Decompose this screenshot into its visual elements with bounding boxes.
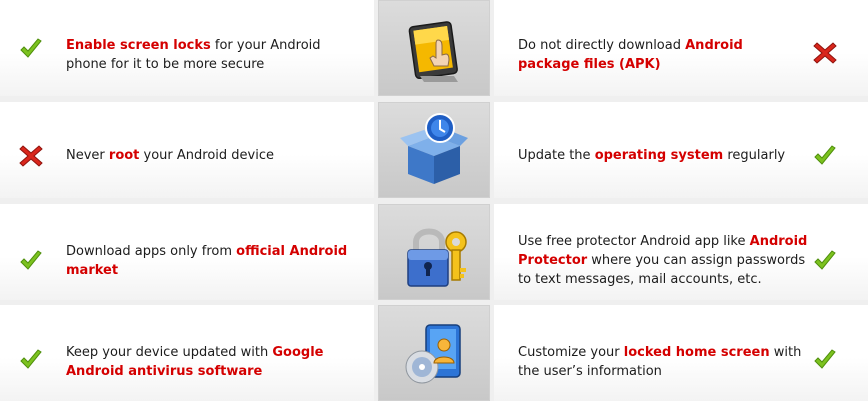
check-icon <box>20 349 42 369</box>
check-icon <box>814 349 836 369</box>
plain-text: regularly <box>723 148 786 163</box>
plain-text: Download apps only from <box>66 244 237 259</box>
plain-text: Never <box>66 148 109 163</box>
tip-text: Use free protector Android app like Andr… <box>518 232 808 289</box>
tip-text: Keep your device updated with Google And… <box>66 343 356 381</box>
highlight-text: locked home screen <box>623 345 770 360</box>
tip-text: Do not directly download Android package… <box>518 36 808 74</box>
tip-row-2: Never root your Android device Update th… <box>0 102 868 198</box>
tip-row-3: Download apps only from official Android… <box>0 204 868 300</box>
highlight-text: operating system <box>594 148 724 163</box>
tip-text: Enable screen locks for your Android pho… <box>66 36 356 74</box>
tip-cell-right: Do not directly download Android package… <box>494 0 868 96</box>
tip-cell-left: Enable screen locks for your Android pho… <box>0 0 374 96</box>
tip-cell-left: Never root your Android device <box>0 102 374 198</box>
tip-cell-left: Download apps only from official Android… <box>0 204 374 300</box>
highlight-text: Enable screen locks <box>66 38 211 53</box>
check-icon <box>20 250 42 270</box>
cross-icon <box>19 145 43 167</box>
tablet-touch-icon <box>378 0 490 96</box>
tip-text: Customize your locked home screen with t… <box>518 343 808 381</box>
disc-user-icon <box>378 305 490 401</box>
plain-text: your Android device <box>139 148 274 163</box>
tip-cell-right: Customize your locked home screen with t… <box>494 305 868 401</box>
padlock-key-icon <box>378 204 490 300</box>
software-box-icon <box>378 102 490 198</box>
security-tips-grid: Enable screen locks for your Android pho… <box>0 0 868 401</box>
plain-text: Keep your device updated with <box>66 345 273 360</box>
plain-text: Do not directly download <box>518 38 686 53</box>
plain-text: Customize your <box>518 345 624 360</box>
plain-text: Update the <box>518 148 595 163</box>
highlight-text: root <box>108 148 140 163</box>
tip-row-1: Enable screen locks for your Android pho… <box>0 0 868 96</box>
tip-text: Update the operating system regularly <box>518 146 808 165</box>
plain-text: Use free protector Android app like <box>518 234 750 249</box>
tip-cell-right: Use free protector Android app like Andr… <box>494 204 868 300</box>
tip-cell-right: Update the operating system regularly <box>494 102 868 198</box>
check-icon <box>814 145 836 165</box>
tip-text: Download apps only from official Android… <box>66 242 356 280</box>
check-icon <box>814 250 836 270</box>
check-icon <box>20 38 42 58</box>
tip-text: Never root your Android device <box>66 146 356 165</box>
cross-icon <box>813 42 837 64</box>
tip-row-4: Keep your device updated with Google And… <box>0 305 868 401</box>
tip-cell-left: Keep your device updated with Google And… <box>0 305 374 401</box>
